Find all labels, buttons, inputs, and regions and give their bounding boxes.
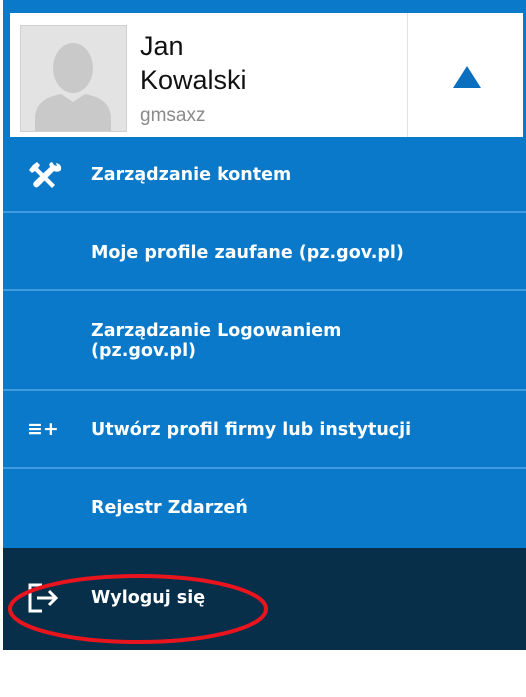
logout-label: Wyloguj się (91, 588, 206, 608)
list-add-icon: ≡+ (27, 418, 59, 440)
user-full-name: Jan Kowalski (140, 29, 400, 97)
avatar-placeholder-icon (21, 26, 126, 131)
collapse-menu-button[interactable] (408, 13, 523, 137)
avatar (20, 25, 127, 132)
menu-item-event-log[interactable]: Rejestr Zdarzeń (3, 469, 526, 548)
user-login: gmsaxz (140, 105, 206, 126)
user-last-name: Kowalski (140, 65, 247, 95)
menu-item-label: Moje profile zaufane (pz.gov.pl) (91, 243, 404, 263)
menu-item-account-management[interactable]: Zarządzanie kontem (3, 137, 526, 213)
menu-item-login-management[interactable]: Zarządzanie Logowaniem (pz.gov.pl) (3, 291, 526, 391)
menu-item-trusted-profiles[interactable]: Moje profile zaufane (pz.gov.pl) (3, 213, 526, 291)
menu-item-label: Zarządzanie Logowaniem (pz.gov.pl) (91, 321, 342, 361)
menu-item-create-company-profile[interactable]: ≡+ Utwórz profil firmy lub instytucji (3, 391, 526, 469)
triangle-up-icon (453, 66, 481, 88)
logout-button[interactable]: Wyloguj się (3, 548, 526, 650)
user-first-name: Jan (140, 31, 184, 61)
logout-icon (27, 582, 61, 619)
menu-item-label: Zarządzanie kontem (91, 165, 292, 185)
user-header: Jan Kowalski gmsaxz (10, 10, 523, 137)
menu-item-label: Utwórz profil firmy lub instytucji (91, 420, 412, 440)
tools-icon (27, 161, 63, 194)
menu-item-label: Rejestr Zdarzeń (91, 498, 248, 518)
